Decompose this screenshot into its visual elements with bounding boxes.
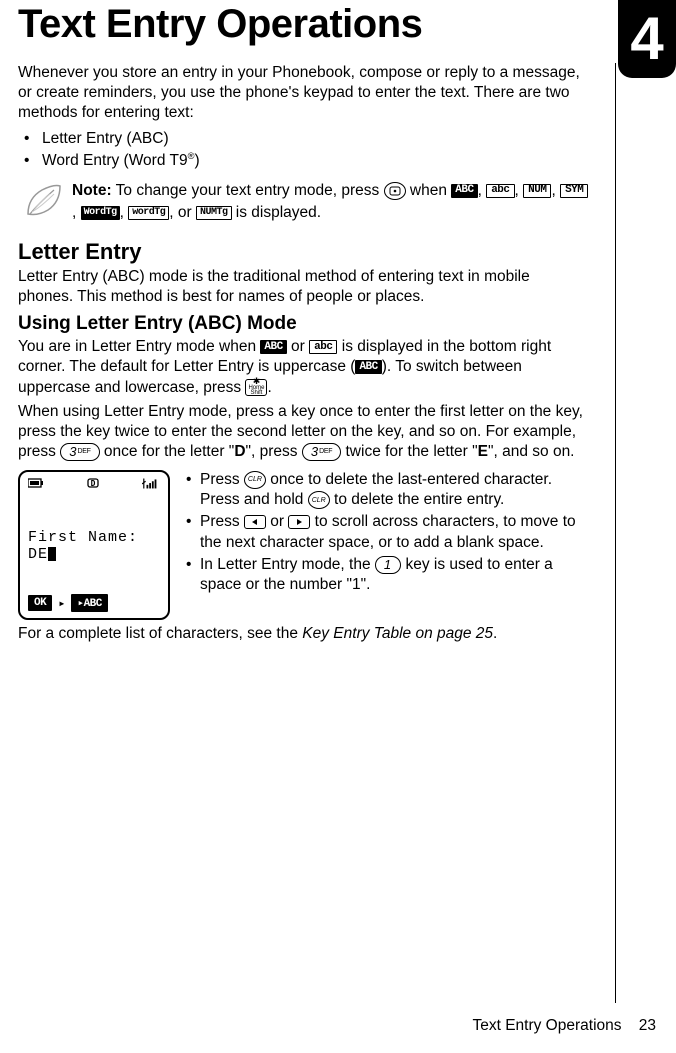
three-def-key-icon: 3DEF xyxy=(302,443,341,461)
mode-wordtg-lower-icon: wordTg xyxy=(128,206,169,220)
signal-icon xyxy=(142,478,160,493)
text: or xyxy=(287,338,309,355)
screen-content: First Name: DE xyxy=(28,493,160,594)
list-item: Press CLR once to delete the last-entere… xyxy=(182,470,589,510)
one-key-icon: 1 xyxy=(375,556,401,574)
left-arrow-key-icon xyxy=(244,515,266,529)
text: In Letter Entry mode, the xyxy=(200,556,375,573)
section-heading-letter-entry: Letter Entry xyxy=(18,239,589,265)
list-item: Word Entry (Word T9®) xyxy=(18,150,589,172)
note-part: To change your text entry mode, press xyxy=(112,182,384,199)
d-icon: D xyxy=(87,478,99,493)
using-paragraph-1: You are in Letter Entry mode when ABC or… xyxy=(18,337,589,397)
screen-softkeys: OK ▸ ▸ABC xyxy=(28,594,160,612)
mode-sym-icon: SYM xyxy=(560,184,588,198)
text: Press xyxy=(200,471,244,488)
text: once for the letter " xyxy=(100,443,235,460)
note-leaf-icon xyxy=(24,184,62,223)
right-arrow-icon: ▸ xyxy=(58,596,65,611)
footer-page-number: 23 xyxy=(639,1017,656,1034)
text-cursor-icon xyxy=(48,547,56,561)
mode-abc-upper-icon: ABC xyxy=(355,360,381,374)
letter-entry-body: Letter Entry (ABC) mode is the tradition… xyxy=(18,267,589,307)
screen-and-bullets-row: D First Name: DE xyxy=(18,470,589,620)
note-text: Note: To change your text entry mode, pr… xyxy=(72,180,589,225)
mode-numtg-icon: NUMTg xyxy=(196,206,232,220)
phone-screen-illustration: D First Name: DE xyxy=(18,470,170,620)
note-part: is displayed. xyxy=(232,204,322,221)
right-arrow-key-icon xyxy=(288,515,310,529)
closing-paragraph: For a complete list of characters, see t… xyxy=(18,624,589,644)
svg-text:D: D xyxy=(91,479,96,488)
three-def-key-icon: 3DEF xyxy=(60,443,99,461)
chapter-tab: 4 xyxy=(618,0,676,78)
page-title: Text Entry Operations xyxy=(18,0,656,47)
cross-reference: Key Entry Table on page 25 xyxy=(302,625,493,642)
note-block: Note: To change your text entry mode, pr… xyxy=(24,180,589,225)
page-container: 4 Text Entry Operations Whenever you sto… xyxy=(0,0,676,1053)
text: to delete the entire entry. xyxy=(330,491,505,508)
list-item: Letter Entry (ABC) xyxy=(18,128,589,150)
text: ", and so on. xyxy=(488,443,575,460)
mode-num-icon: NUM xyxy=(523,184,551,198)
letter-d: D xyxy=(234,443,245,460)
instruction-bullets: Press CLR once to delete the last-entere… xyxy=(182,470,589,597)
list-item: Press or to scroll across characters, to… xyxy=(182,512,589,552)
letter-e: E xyxy=(478,443,488,460)
intro-paragraph: Whenever you store an entry in your Phon… xyxy=(18,63,589,122)
list-item: In Letter Entry mode, the 1 key is used … xyxy=(182,555,589,595)
text: Press xyxy=(200,513,244,530)
note-part: , or xyxy=(169,204,196,221)
method-text: Word Entry (Word T9 xyxy=(42,152,188,169)
text: or xyxy=(266,513,288,530)
clr-key-icon: CLR xyxy=(308,491,330,509)
screen-status-bar: D xyxy=(28,478,160,493)
note-label: Note: xyxy=(72,182,112,199)
content-column: Whenever you store an entry in your Phon… xyxy=(18,63,616,1003)
battery-icon xyxy=(28,478,44,493)
using-paragraph-2: When using Letter Entry mode, press a ke… xyxy=(18,402,589,462)
screen-entered-text: DE xyxy=(28,546,160,563)
text: ", press xyxy=(246,443,302,460)
text: . xyxy=(267,379,271,396)
mode-abc-upper-icon: ABC xyxy=(260,340,286,354)
chapter-number: 4 xyxy=(630,9,663,69)
clr-key-icon: CLR xyxy=(244,471,266,489)
softkey-mode: ▸ABC xyxy=(71,594,107,612)
softkey-ok: OK xyxy=(28,595,52,611)
subsection-heading-using: Using Letter Entry (ABC) Mode xyxy=(18,313,589,335)
methods-list: Letter Entry (ABC) Word Entry (Word T9®) xyxy=(18,128,589,172)
mode-abc-lower-icon: abc xyxy=(486,184,514,198)
screen-label: First Name: xyxy=(28,529,160,546)
note-part: when xyxy=(406,182,452,199)
mode-wordtg-upper-icon: WordTg xyxy=(81,206,120,220)
page-footer: Text Entry Operations 23 xyxy=(472,1017,656,1035)
mode-abc-upper-icon: ABC xyxy=(451,184,477,198)
menu-key-icon xyxy=(384,182,406,200)
text: For a complete list of characters, see t… xyxy=(18,625,302,642)
star-shift-key-icon: ✱HomeShift xyxy=(245,379,267,396)
text: twice for the letter " xyxy=(341,443,477,460)
footer-title: Text Entry Operations xyxy=(472,1017,621,1034)
method-suffix: ) xyxy=(194,152,199,169)
text: You are in Letter Entry mode when xyxy=(18,338,260,355)
text: . xyxy=(493,625,497,642)
mode-abc-lower-icon: abc xyxy=(309,340,337,354)
